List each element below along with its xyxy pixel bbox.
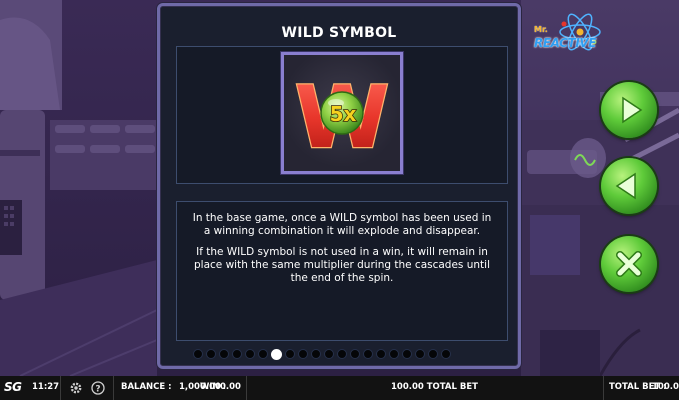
close-button[interactable] — [601, 236, 657, 292]
question-icon[interactable]: ? — [91, 381, 105, 395]
page-dot[interactable] — [311, 349, 321, 359]
page-dot[interactable] — [258, 349, 268, 359]
page-dot[interactable] — [193, 349, 203, 359]
play-left-icon — [615, 172, 636, 200]
game-logo: Mr. REACTIVE — [528, 12, 610, 62]
logo-prefix: Mr. — [534, 25, 548, 34]
close-x-icon — [616, 251, 642, 277]
page-dot[interactable] — [232, 349, 242, 359]
wild-5x-icon: W 5x — [293, 67, 390, 170]
page-indicator[interactable] — [193, 348, 451, 360]
next-page-button[interactable] — [601, 82, 657, 138]
description-paragraph: In the base game, once a WILD symbol has… — [192, 212, 492, 237]
page-dot[interactable] — [376, 349, 386, 359]
page-dot[interactable] — [245, 349, 255, 359]
logo-text: REACTIVE — [534, 36, 597, 50]
page-dot[interactable] — [363, 349, 373, 359]
page-dot[interactable] — [324, 349, 334, 359]
page-dot[interactable] — [219, 349, 229, 359]
page-dot[interactable] — [389, 349, 399, 359]
page-dot[interactable] — [402, 349, 412, 359]
page-dot[interactable] — [206, 349, 216, 359]
total-bet-value: 100.00 — [652, 382, 679, 392]
page-dot[interactable] — [415, 349, 425, 359]
win-value: 0.00 — [220, 382, 241, 392]
page-dot-active[interactable] — [271, 348, 282, 360]
balance-label: BALANCE : — [121, 382, 172, 392]
play-right-icon — [622, 96, 643, 124]
page-dot[interactable] — [298, 349, 308, 359]
paytable-panel: WILD SYMBOL W — [157, 3, 521, 369]
panel-title: WILD SYMBOL — [281, 25, 397, 41]
symbol-display-box: W 5x — [176, 46, 508, 184]
page-dot[interactable] — [441, 349, 451, 359]
page-dot[interactable] — [350, 349, 360, 359]
gear-icon[interactable] — [69, 381, 83, 395]
prev-page-button[interactable] — [601, 158, 657, 214]
multiplier-label: 5x — [330, 102, 357, 126]
bottom-status-bar: SG 11:27 ? BALANCE : 1,000.00 WIN : 0.00… — [0, 376, 679, 400]
wild-symbol-tile: W 5x — [281, 52, 403, 174]
description-paragraph: If the WILD symbol is not used in a win,… — [193, 246, 490, 284]
page-dot[interactable] — [428, 349, 438, 359]
description-box: In the base game, once a WILD symbol has… — [176, 201, 508, 341]
page-dot[interactable] — [337, 349, 347, 359]
center-total-bet: 100.00 TOTAL BET — [391, 382, 478, 392]
clock: 11:27 — [32, 382, 60, 392]
brand-logo: SG — [4, 380, 22, 394]
page-dot[interactable] — [285, 349, 295, 359]
svg-text:?: ? — [95, 385, 100, 395]
